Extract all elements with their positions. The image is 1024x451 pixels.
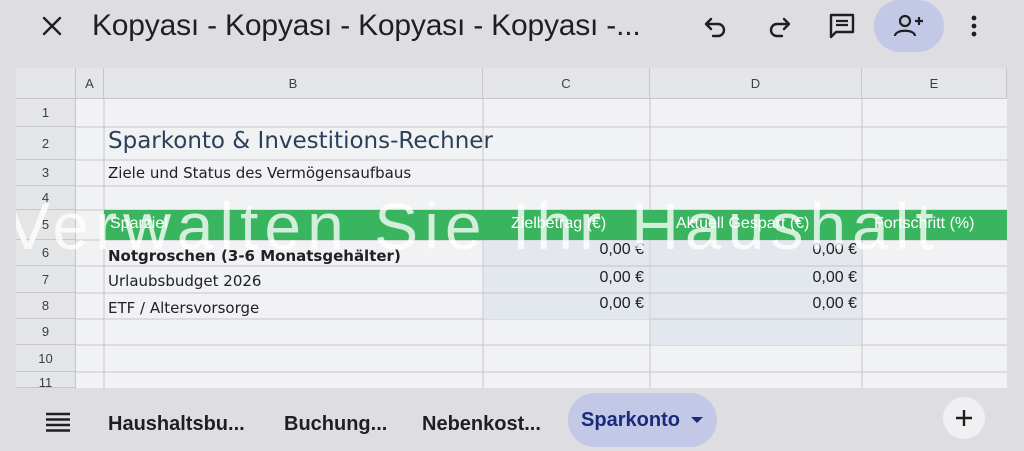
item-label: Notgroschen (3-6 Monatsgehälter) <box>108 247 401 265</box>
close-button[interactable] <box>30 10 74 42</box>
sheet-subtitle: Ziele und Status des Vermögensaufbaus <box>108 164 412 182</box>
more-vert-icon <box>971 15 977 37</box>
share-button[interactable] <box>874 0 944 52</box>
dropdown-arrow-icon <box>690 417 703 423</box>
header-current: Aktuell Gespart (€) <box>676 215 810 232</box>
redo-button[interactable] <box>757 8 801 44</box>
sheet-tab[interactable]: Nebenkost... <box>422 404 541 444</box>
item-current[interactable]: 0,00 € <box>651 241 857 259</box>
item-label: Urlaubsbudget 2026 <box>108 272 262 290</box>
sheet-tab[interactable]: Buchung... <box>284 404 387 444</box>
undo-icon <box>704 17 726 38</box>
top-app-bar: Kopyası - Kopyası - Kopyası - Kopyası -.… <box>0 0 1024 52</box>
sheet-grid[interactable]: A B C D E 1 2 3 4 5 6 7 8 9 10 11 Sparko… <box>16 68 1007 388</box>
list-menu-icon <box>46 412 70 432</box>
comments-button[interactable] <box>820 8 864 44</box>
item-label: ETF / Altersvorsorge <box>108 299 260 317</box>
sheet-title: Sparkonto & Investitions-Rechner <box>108 128 493 154</box>
item-current[interactable]: 0,00 € <box>651 295 857 313</box>
item-target[interactable]: 0,00 € <box>484 295 644 313</box>
redo-icon <box>769 17 791 38</box>
close-icon <box>42 16 62 36</box>
item-target[interactable]: 0,00 € <box>484 269 644 287</box>
header-progress: Fortschritt (%) <box>874 215 975 232</box>
all-sheets-button[interactable] <box>40 404 76 440</box>
document-title: Kopyası - Kopyası - Kopyası - Kopyası -.… <box>92 9 641 42</box>
comment-icon <box>829 13 855 39</box>
more-options-button[interactable] <box>956 8 992 44</box>
sheet-tab[interactable]: Haushaltsbu... <box>108 404 245 444</box>
add-sheet-button[interactable] <box>943 397 985 439</box>
item-target[interactable]: 0,00 € <box>484 241 644 259</box>
header-target: Zielbetrag (€) <box>511 215 607 232</box>
sheet-tab-active-label: Sparkonto <box>581 408 680 431</box>
sheet-tab-bar: Haushaltsbu... Buchung... Nebenkost... S… <box>0 390 1024 451</box>
add-person-icon <box>893 14 923 37</box>
undo-button[interactable] <box>694 8 738 44</box>
plus-icon <box>956 410 972 426</box>
sheet-tab-active[interactable]: Sparkonto <box>568 393 717 447</box>
item-current[interactable]: 0,00 € <box>651 269 857 287</box>
header-goal: Sparziel <box>110 215 168 232</box>
